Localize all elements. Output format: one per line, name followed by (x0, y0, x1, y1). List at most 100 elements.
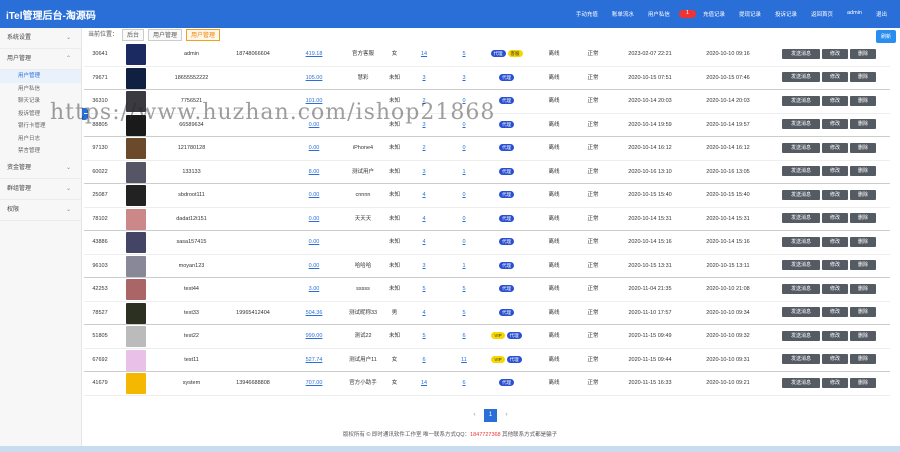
send-message-button[interactable]: 发送消息 (782, 189, 820, 200)
sidebar-group[interactable]: 权限 ⌄ (0, 200, 81, 221)
group-count-link[interactable]: 0 (454, 231, 474, 255)
friend-count-link[interactable]: 14 (414, 372, 434, 396)
delete-button[interactable]: 删除 (850, 307, 876, 318)
edit-button[interactable]: 修改 (822, 95, 848, 106)
topnav-item[interactable]: 返回首页 (804, 10, 840, 18)
balance-link[interactable]: 8.00 (294, 161, 334, 185)
delete-button[interactable]: 删除 (850, 377, 876, 388)
send-message-button[interactable]: 发送消息 (782, 166, 820, 177)
edit-button[interactable]: 修改 (822, 142, 848, 153)
delete-button[interactable]: 删除 (850, 283, 876, 294)
sidebar-group[interactable]: 群组管理 ⌄ (0, 179, 81, 200)
balance-link[interactable]: 999.00 (294, 325, 334, 349)
edit-button[interactable]: 修改 (822, 260, 848, 271)
sidebar-group[interactable]: 用户管理 ⌃ (0, 49, 81, 70)
delete-button[interactable]: 删除 (850, 236, 876, 247)
balance-link[interactable]: 707.00 (294, 372, 334, 396)
group-count-link[interactable]: 5 (454, 302, 474, 326)
group-count-link[interactable]: 11 (454, 349, 474, 373)
delete-button[interactable]: 删除 (850, 330, 876, 341)
balance-link[interactable]: 0.00 (294, 137, 334, 161)
friend-count-link[interactable]: 6 (414, 349, 434, 373)
edit-button[interactable]: 修改 (822, 307, 848, 318)
balance-link[interactable]: 0.00 (294, 255, 334, 279)
edit-button[interactable]: 修改 (822, 189, 848, 200)
topnav-item[interactable]: admin (840, 10, 869, 18)
avatar-image[interactable] (126, 349, 146, 371)
delete-button[interactable]: 删除 (850, 48, 876, 59)
send-message-button[interactable]: 发送消息 (782, 119, 820, 130)
balance-link[interactable]: 504.36 (294, 302, 334, 326)
send-message-button[interactable]: 发送消息 (782, 236, 820, 247)
balance-link[interactable]: 105.00 (294, 67, 334, 91)
send-message-button[interactable]: 发送消息 (782, 354, 820, 365)
send-message-button[interactable]: 发送消息 (782, 72, 820, 83)
avatar-image[interactable] (126, 185, 146, 206)
topnav-item[interactable]: 退出 (869, 10, 894, 18)
topnav-item[interactable]: 提现记录 (732, 10, 768, 18)
sidebar-item[interactable]: 禁言管理 (0, 145, 81, 158)
send-message-button[interactable]: 发送消息 (782, 95, 820, 106)
friend-count-link[interactable]: 4 (414, 302, 434, 326)
friend-count-link[interactable]: 4 (414, 184, 434, 208)
topnav-item[interactable]: 投诉记录 (768, 10, 804, 18)
refresh-button[interactable]: 刷新 (875, 30, 896, 43)
edit-button[interactable]: 修改 (822, 283, 848, 294)
send-message-button[interactable]: 发送消息 (782, 48, 820, 59)
send-message-button[interactable]: 发送消息 (782, 283, 820, 294)
balance-link[interactable]: 0.00 (294, 184, 334, 208)
delete-button[interactable]: 删除 (850, 189, 876, 200)
breadcrumb-tab[interactable]: 后台 (122, 29, 145, 41)
delete-button[interactable]: 删除 (850, 354, 876, 365)
edit-button[interactable]: 修改 (822, 354, 848, 365)
pager-next[interactable]: › (500, 409, 513, 422)
sidebar-group[interactable]: 资金管理 ⌄ (0, 158, 81, 179)
group-count-link[interactable]: 1 (454, 255, 474, 279)
pager-current[interactable]: 1 (484, 409, 497, 422)
send-message-button[interactable]: 发送消息 (782, 330, 820, 341)
group-count-link[interactable]: 5 (454, 278, 474, 302)
avatar-image[interactable] (126, 44, 146, 65)
delete-button[interactable]: 删除 (850, 72, 876, 83)
group-count-link[interactable]: 3 (454, 67, 474, 91)
topnav-item[interactable]: 充值记录 (696, 10, 732, 18)
avatar-image[interactable] (126, 326, 146, 347)
avatar-image[interactable] (126, 67, 146, 89)
avatar-image[interactable] (126, 232, 146, 253)
group-count-link[interactable]: 1 (454, 161, 474, 185)
edit-button[interactable]: 修改 (822, 119, 848, 130)
send-message-button[interactable]: 发送消息 (782, 307, 820, 318)
sidebar-item[interactable]: 用户管理 (0, 70, 81, 83)
edit-button[interactable]: 修改 (822, 166, 848, 177)
topnav-item[interactable]: 账单流水 (605, 10, 641, 18)
friend-count-link[interactable]: 5 (414, 325, 434, 349)
friend-count-link[interactable]: 4 (414, 231, 434, 255)
avatar-image[interactable] (126, 302, 146, 324)
send-message-button[interactable]: 发送消息 (782, 377, 820, 388)
sidebar-group[interactable]: 系统设置 ⌄ (0, 28, 81, 49)
friend-count-link[interactable]: 3 (414, 161, 434, 185)
avatar-image[interactable] (126, 161, 146, 183)
topnav-item[interactable]: 用户私信 (641, 10, 677, 18)
friend-count-link[interactable]: 4 (414, 208, 434, 232)
group-count-link[interactable]: 5 (454, 43, 474, 67)
avatar-image[interactable] (126, 279, 146, 300)
friend-count-link[interactable]: 14 (414, 43, 434, 67)
group-count-link[interactable]: 6 (454, 325, 474, 349)
balance-link[interactable]: 527.74 (294, 349, 334, 373)
group-count-link[interactable]: 0 (454, 208, 474, 232)
edit-button[interactable]: 修改 (822, 72, 848, 83)
delete-button[interactable]: 删除 (850, 95, 876, 106)
delete-button[interactable]: 删除 (850, 166, 876, 177)
delete-button[interactable]: 删除 (850, 142, 876, 153)
group-count-link[interactable]: 6 (454, 372, 474, 396)
edit-button[interactable]: 修改 (822, 377, 848, 388)
group-count-link[interactable]: 0 (454, 137, 474, 161)
friend-count-link[interactable]: 3 (414, 255, 434, 279)
sidebar-item[interactable]: 用户私信 (0, 83, 81, 96)
send-message-button[interactable]: 发送消息 (782, 213, 820, 224)
balance-link[interactable]: 0.00 (294, 208, 334, 232)
breadcrumb-tab[interactable]: 用户管理 (148, 29, 183, 41)
breadcrumb-tab[interactable]: 用户管理 (186, 29, 221, 41)
avatar-image[interactable] (126, 373, 146, 394)
